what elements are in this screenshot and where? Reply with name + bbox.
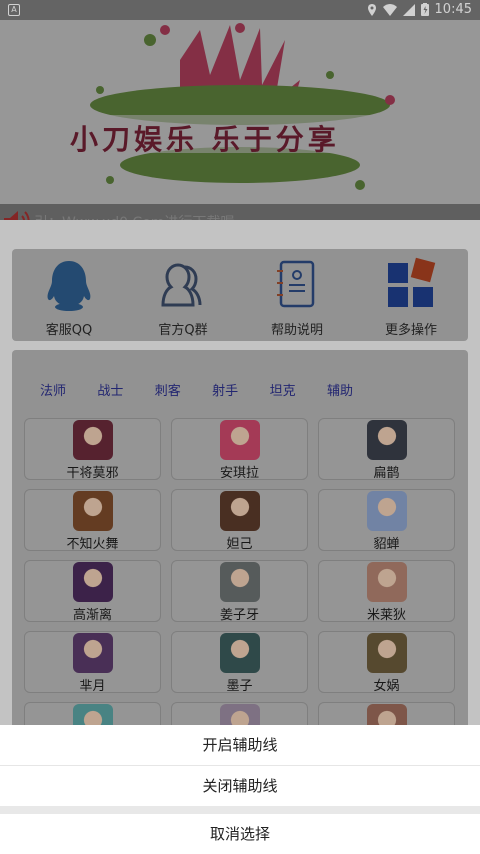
hero-item[interactable]: 高渐离 <box>24 560 161 623</box>
hero-avatar <box>367 491 407 531</box>
tab-mage[interactable]: 法师 <box>40 380 97 399</box>
hero-item[interactable]: 安琪拉 <box>171 418 308 481</box>
more-apps-icon <box>383 257 439 313</box>
hero-name: 貂蝉 <box>373 537 400 552</box>
action-official-group[interactable]: 官方Q群 <box>126 249 240 341</box>
qq-penguin-icon <box>41 257 97 313</box>
hero-name: 米莱狄 <box>366 608 406 623</box>
open-guide-line-button[interactable]: 开启辅助线 <box>0 725 480 765</box>
action-label: 官方Q群 <box>158 323 208 338</box>
hero-card: 法师 战士 刺客 射手 坦克 辅助 干将莫邪 安琪拉 扁鹊不知火舞 妲己 貂蝉高渐离 姜子… <box>12 350 468 764</box>
tab-warrior[interactable]: 战士 <box>97 380 154 399</box>
tab-support[interactable]: 辅助 <box>327 380 384 399</box>
hero-name: 高渐离 <box>72 608 112 623</box>
hero-name: 安琪拉 <box>219 466 259 481</box>
hero-name: 妲己 <box>226 537 253 552</box>
hero-name: 不知火舞 <box>66 537 119 552</box>
banner[interactable]: 小刀娱乐 乐于分享 引：Www.xd0.Com进行下载喔 <box>0 20 480 220</box>
battery-icon <box>420 3 429 16</box>
marquee-text: 引：Www.xd0.Com进行下载喔 <box>34 212 234 220</box>
action-label: 帮助说明 <box>270 323 323 338</box>
hero-item[interactable]: 貂蝉 <box>318 489 455 552</box>
banner-title: 小刀娱乐 乐于分享 <box>70 123 340 156</box>
hero-avatar <box>73 562 113 602</box>
wifi-icon <box>382 3 397 16</box>
quick-actions-card: 客服QQ 官方Q群 帮助说明 更多操作 <box>12 249 468 341</box>
hero-name: 女娲 <box>373 679 400 694</box>
sheet-gap <box>0 806 480 814</box>
clock: 10:45 <box>434 2 472 17</box>
status-icons: 10:45 <box>367 2 472 17</box>
hero-item[interactable]: 芈月 <box>24 631 161 694</box>
action-customer-qq[interactable]: 客服QQ <box>12 249 126 341</box>
action-sheet: 开启辅助线 关闭辅助线 取消选择 <box>0 725 480 854</box>
speaker-icon <box>4 211 30 220</box>
action-help[interactable]: 帮助说明 <box>240 249 354 341</box>
hero-avatar <box>220 420 260 460</box>
hero-avatar <box>220 562 260 602</box>
hero-name: 姜子牙 <box>219 608 259 623</box>
signal-icon <box>402 3 415 16</box>
hero-item[interactable]: 墨子 <box>171 631 308 694</box>
hero-avatar <box>367 633 407 673</box>
action-label: 更多操作 <box>384 323 437 338</box>
hero-class-tabs: 法师 战士 刺客 射手 坦克 辅助 <box>12 380 468 399</box>
hero-item[interactable]: 米莱狄 <box>318 560 455 623</box>
status-bar: A 10:45 <box>0 0 480 20</box>
location-icon <box>367 3 376 16</box>
hero-avatar <box>73 633 113 673</box>
hero-avatar <box>73 420 113 460</box>
qq-group-icon <box>155 257 211 313</box>
app-notification-icon: A <box>8 4 20 16</box>
hero-name: 扁鹊 <box>373 466 400 481</box>
hero-avatar <box>367 562 407 602</box>
hero-avatar <box>73 491 113 531</box>
action-label: 客服QQ <box>45 323 93 338</box>
help-notebook-icon <box>269 257 325 313</box>
hero-item[interactable]: 不知火舞 <box>24 489 161 552</box>
hero-avatar <box>367 420 407 460</box>
tab-assassin[interactable]: 刺客 <box>155 380 212 399</box>
close-guide-line-button[interactable]: 关闭辅助线 <box>0 766 480 806</box>
tab-tank[interactable]: 坦克 <box>270 380 327 399</box>
hero-name: 芈月 <box>79 679 106 694</box>
hero-name: 墨子 <box>226 679 253 694</box>
action-more[interactable]: 更多操作 <box>354 249 468 341</box>
cancel-button[interactable]: 取消选择 <box>0 814 480 854</box>
hero-item[interactable]: 扁鹊 <box>318 418 455 481</box>
tab-marksman[interactable]: 射手 <box>212 380 269 399</box>
hero-name: 干将莫邪 <box>66 466 119 481</box>
hero-item[interactable]: 妲己 <box>171 489 308 552</box>
hero-item[interactable]: 干将莫邪 <box>24 418 161 481</box>
announcement-marquee: 引：Www.xd0.Com进行下载喔 <box>0 204 480 220</box>
hero-avatar <box>220 633 260 673</box>
hero-avatar <box>220 491 260 531</box>
hero-item[interactable]: 女娲 <box>318 631 455 694</box>
hero-item[interactable]: 姜子牙 <box>171 560 308 623</box>
